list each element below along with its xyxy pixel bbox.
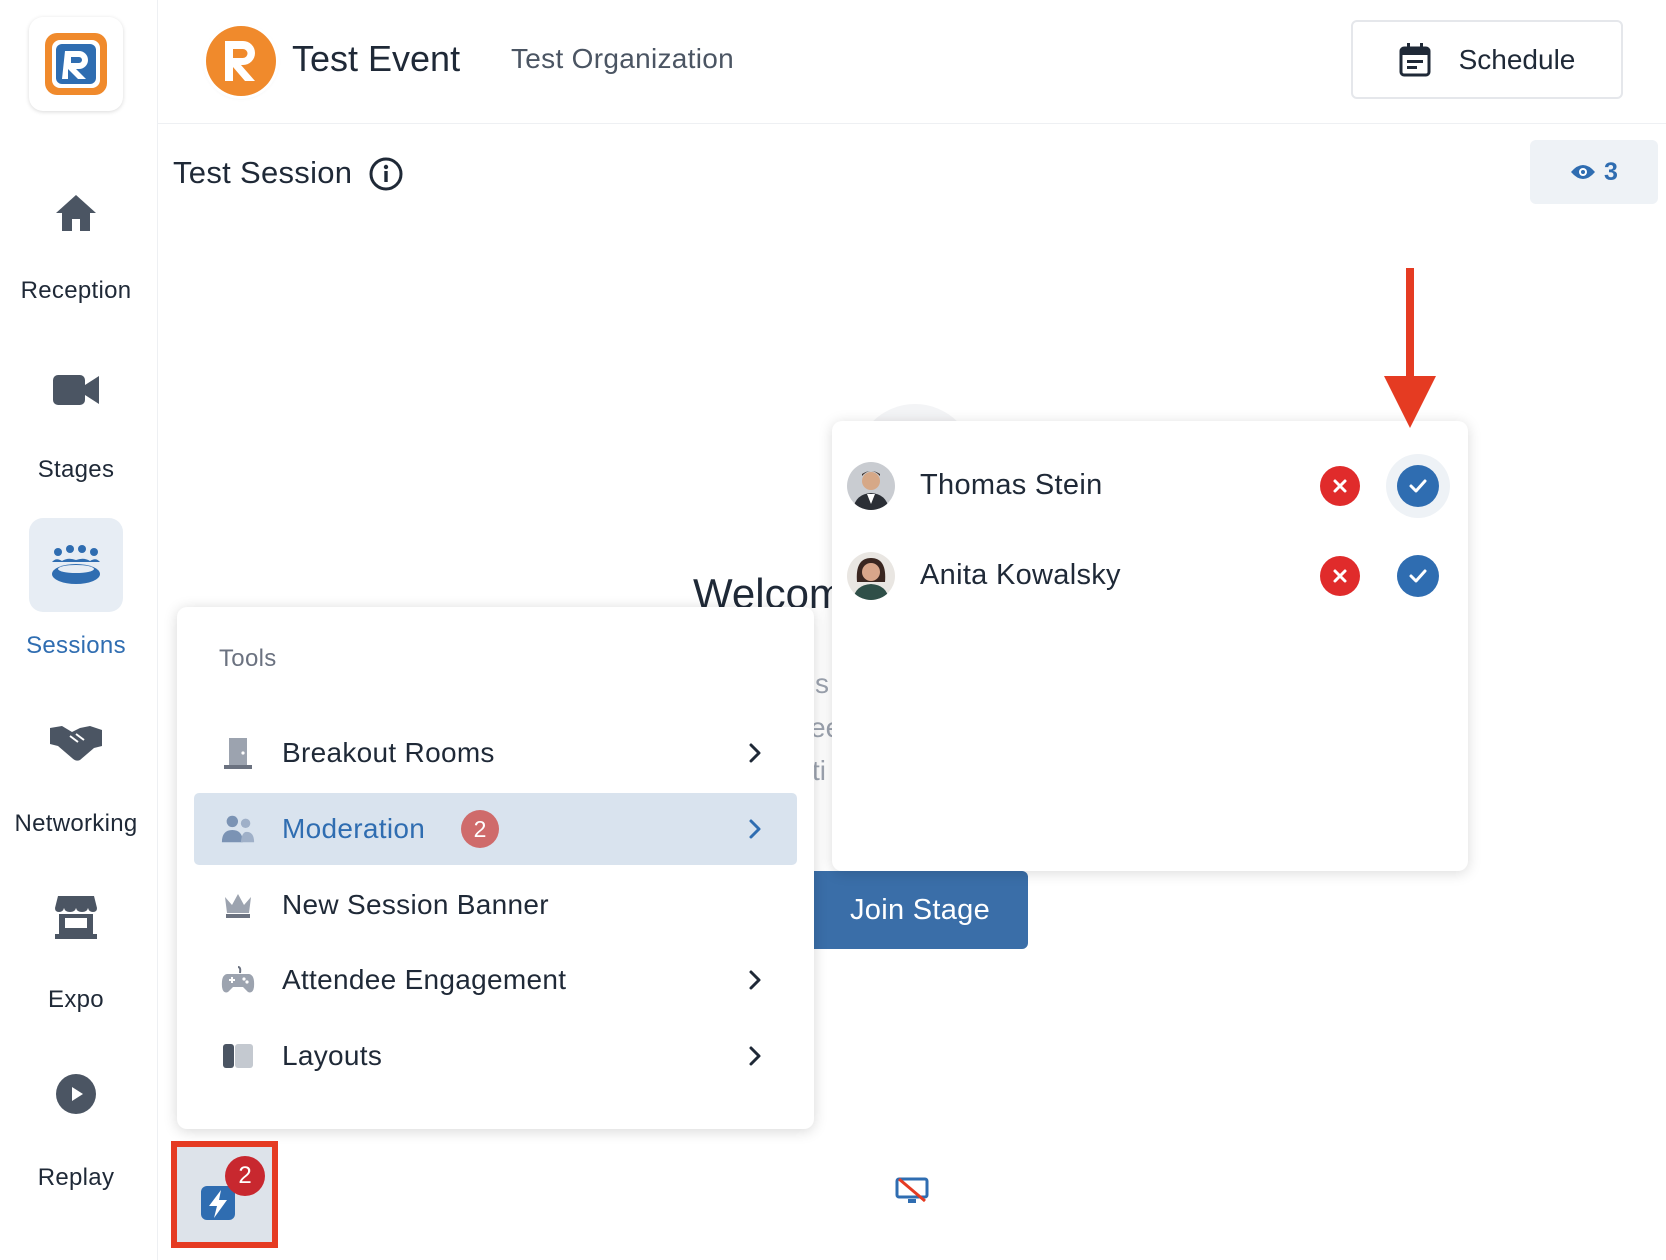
session-title: Test Session [173, 155, 353, 190]
chevron-right-icon [749, 970, 761, 990]
tools-menu: Tools Breakout Rooms Moderation 2 New Se… [177, 607, 814, 1129]
organization-name[interactable]: Test Organization [511, 43, 734, 75]
stage-text-fragment: s [815, 668, 829, 699]
tool-label: Attendee Engagement [282, 964, 567, 995]
app-logo-icon [45, 33, 107, 95]
chevron-right-icon [749, 743, 761, 763]
moderation-count-badge: 2 [461, 810, 499, 848]
handshake-icon [29, 695, 123, 789]
sidebar-item-label: Sessions [26, 632, 126, 659]
avatar [847, 552, 895, 600]
moderation-requests-panel: Thomas Stein Anita Kowalsky [832, 421, 1468, 871]
event-logo-icon [225, 41, 255, 81]
calendar-icon [1399, 42, 1431, 76]
tool-item-moderation[interactable]: Moderation 2 [194, 793, 797, 865]
sidebar-item-label: Replay [37, 1164, 115, 1191]
sidebar-item-label: Reception [20, 277, 132, 304]
schedule-button[interactable]: Schedule [1351, 20, 1623, 99]
annotation-arrow [1384, 268, 1436, 435]
tool-label: Layouts [282, 1040, 383, 1071]
avatar [847, 462, 895, 510]
event-logo [206, 26, 276, 96]
people-group-icon [29, 518, 123, 612]
home-icon [29, 166, 123, 260]
tools-heading: Tools [219, 645, 277, 672]
tool-item-new-session-banner[interactable]: New Session Banner [194, 869, 797, 941]
top-header: Test Event Test Organization Schedule [158, 0, 1666, 124]
app-logo[interactable] [29, 17, 123, 111]
join-stage-button[interactable]: Join Stage [812, 871, 1028, 949]
tool-label: Breakout Rooms [282, 737, 495, 768]
tools-count-badge: 2 [225, 1156, 265, 1196]
viewer-count: 3 [1604, 157, 1618, 186]
viewer-count-badge[interactable]: 3 [1530, 140, 1658, 204]
storefront-icon [29, 870, 123, 964]
accept-button-circle [1397, 555, 1439, 597]
accept-button[interactable] [1386, 544, 1450, 608]
event-title: Test Event [292, 38, 461, 79]
gamepad-icon [220, 962, 256, 998]
close-icon [1333, 479, 1347, 493]
check-icon [1409, 569, 1427, 583]
door-icon [220, 735, 256, 771]
chevron-right-icon [749, 1046, 761, 1066]
schedule-label: Schedule [1458, 43, 1576, 75]
check-icon [1409, 479, 1427, 493]
annotation-highlight-box [171, 1141, 278, 1248]
tool-label: Moderation [282, 813, 426, 844]
moderation-request-row: Anita Kowalsky [832, 535, 1468, 615]
video-camera-icon [29, 343, 123, 437]
sidebar-item-label: Stages [37, 456, 115, 483]
sidebar-item-label: Networking [14, 810, 138, 837]
requester-name: Thomas Stein [920, 469, 1103, 501]
screen-share-off-icon[interactable] [895, 1177, 929, 1210]
play-circle-icon [29, 1047, 123, 1141]
stage-text-fragment: ti [812, 755, 826, 786]
sidebar-item-label: Expo [48, 986, 104, 1013]
crown-icon [220, 887, 256, 923]
accept-button-circle [1397, 465, 1439, 507]
users-icon [220, 811, 256, 847]
tool-item-layouts[interactable]: Layouts [194, 1020, 797, 1092]
tool-item-breakout-rooms[interactable]: Breakout Rooms [194, 717, 797, 789]
close-icon [1333, 569, 1347, 583]
reject-button[interactable] [1320, 556, 1360, 596]
reject-button[interactable] [1320, 466, 1360, 506]
info-icon[interactable] [369, 157, 403, 196]
accept-button[interactable] [1386, 454, 1450, 518]
layout-icon [220, 1038, 256, 1074]
moderation-request-row: Thomas Stein [832, 445, 1468, 525]
tool-label: New Session Banner [282, 889, 549, 920]
requester-name: Anita Kowalsky [920, 559, 1121, 591]
eye-icon [1571, 165, 1596, 179]
chevron-right-icon [749, 819, 761, 839]
tool-item-attendee-engagement[interactable]: Attendee Engagement [194, 944, 797, 1016]
sidebar: Reception Stages Sessions Networking Exp… [0, 0, 158, 1260]
